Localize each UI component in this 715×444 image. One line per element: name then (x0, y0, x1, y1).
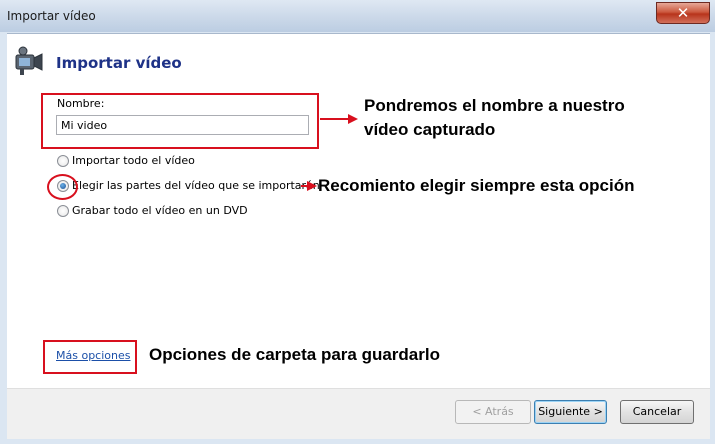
back-button[interactable]: < Atrás (455, 400, 531, 424)
option-import-all[interactable]: Importar todo el vídeo (57, 154, 195, 167)
annotation-name-line2: vídeo capturado (364, 120, 496, 139)
annotation-folder: Opciones de carpeta para guardarlo (149, 345, 440, 364)
annotation-option: Recomiento elegir siempre esta opción (318, 176, 635, 195)
option-choose-parts[interactable]: Elegir las partes del vídeo que se impor… (57, 179, 320, 192)
option-burn-dvd[interactable]: Grabar todo el vídeo en un DVD (57, 204, 248, 217)
page-title: Importar vídeo (56, 54, 182, 72)
close-button[interactable]: ✕ (656, 2, 710, 24)
title-bar: Importar vídeo ✕ (0, 0, 715, 32)
option-label: Grabar todo el vídeo en un DVD (72, 204, 248, 217)
name-highlight-box (41, 93, 319, 149)
option-label: Importar todo el vídeo (72, 154, 195, 167)
window-title: Importar vídeo (7, 9, 96, 23)
cancel-button[interactable]: Cancelar (620, 400, 694, 424)
option-label: Elegir las partes del vídeo que se impor… (72, 179, 320, 192)
annotation-name-line1: Pondremos el nombre a nuestro (364, 96, 625, 115)
video-camera-icon (15, 46, 43, 75)
link-highlight-box (43, 340, 137, 374)
next-button[interactable]: Siguiente > (534, 400, 607, 424)
radio-button[interactable] (57, 154, 69, 167)
radio-button[interactable] (57, 204, 69, 217)
option-highlight-circle (47, 174, 78, 200)
